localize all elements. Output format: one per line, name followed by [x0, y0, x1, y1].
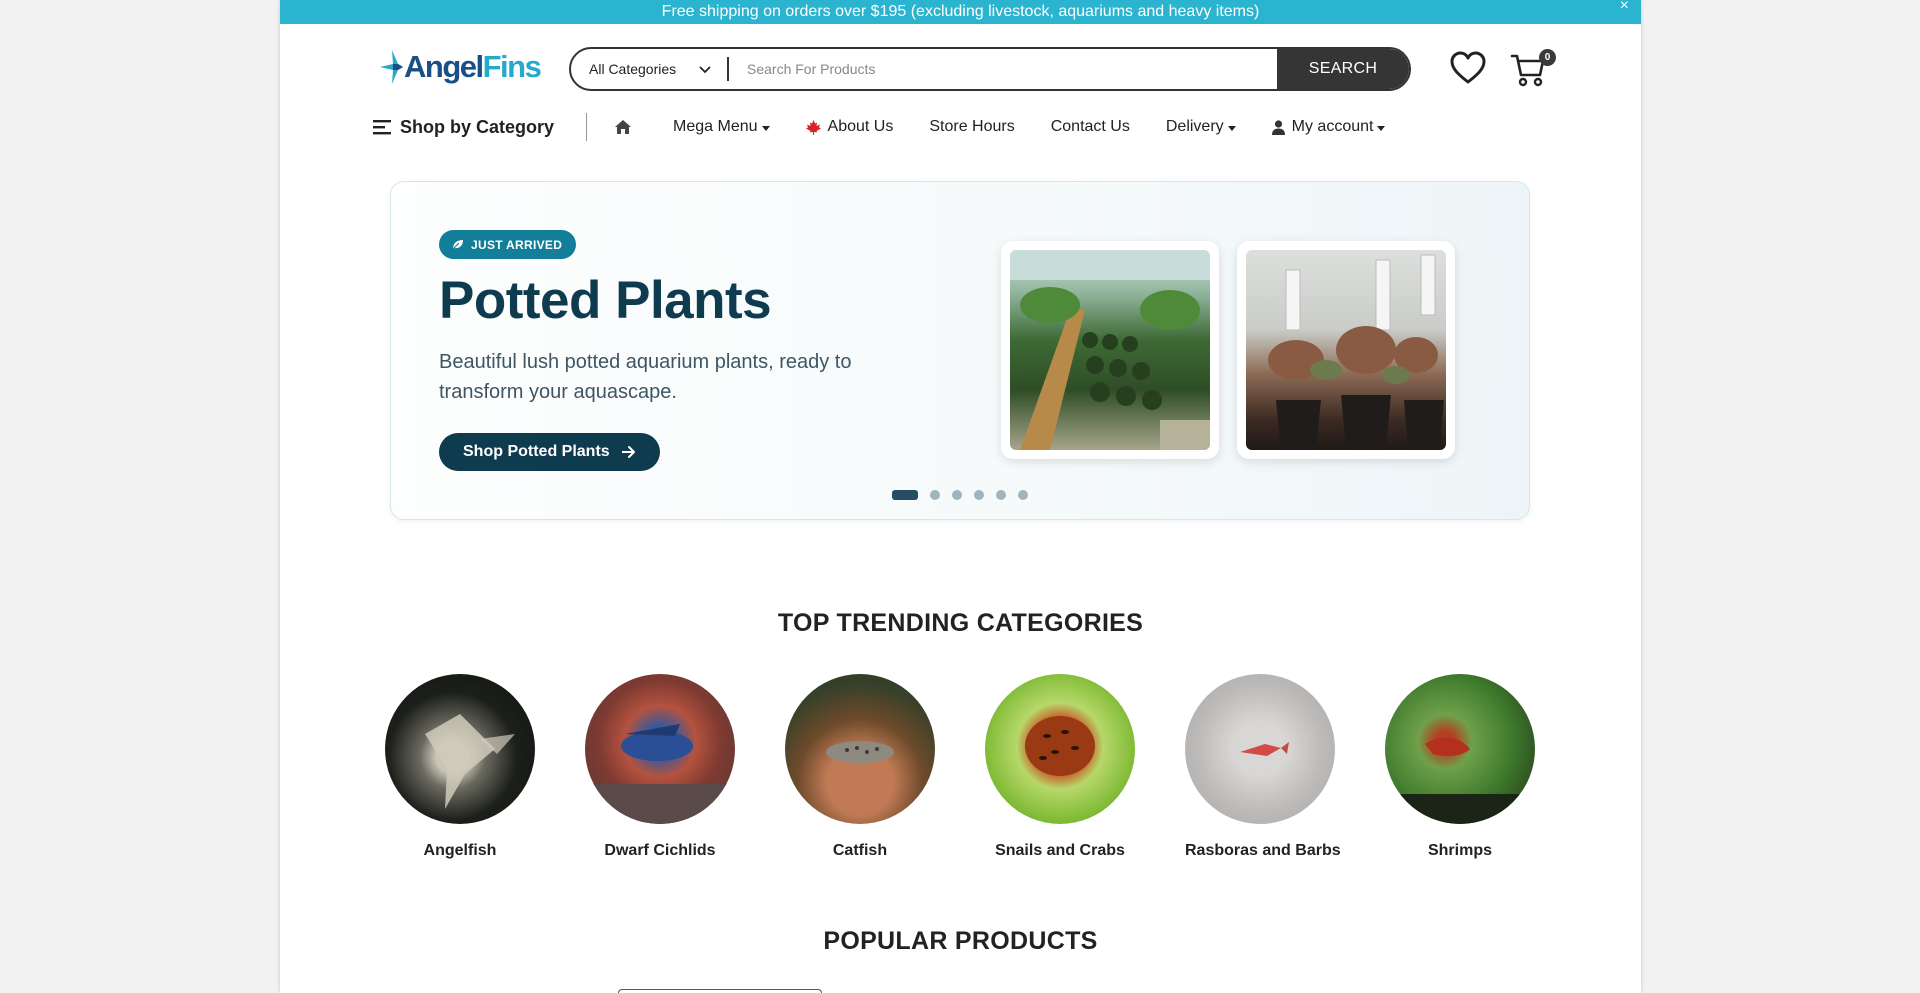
hero-image-2[interactable] — [1237, 241, 1455, 459]
nav-store-hours-label: Store Hours — [929, 118, 1015, 135]
hero-subtitle: Beautiful lush potted aquarium plants, r… — [439, 351, 852, 403]
category-rasboras-and-barbs[interactable]: Rasboras and Barbs — [1185, 674, 1341, 860]
search-bar: All Categories SEARCH — [569, 47, 1411, 91]
popular-products-title: POPULAR PRODUCTS — [823, 927, 1098, 955]
nav-about-us-label: About Us — [827, 118, 894, 135]
angelfish-image — [385, 674, 535, 824]
shop-by-category-label: Shop by Category — [400, 116, 555, 137]
promo-bar: Free shipping on orders over $195 (exclu… — [280, 0, 1641, 24]
logo-text: AngelFins — [404, 49, 542, 85]
category-select[interactable]: All Categories — [571, 49, 727, 89]
hero-badge: JUST ARRIVED — [439, 230, 577, 259]
carousel-dot-5[interactable] — [996, 490, 1006, 500]
angelfish-logo-icon — [380, 50, 403, 84]
potted-plants-photo — [1246, 250, 1446, 450]
carousel-dot-3[interactable] — [952, 490, 962, 500]
carousel-dot-2[interactable] — [930, 490, 940, 500]
hero-title: Potted Plants — [439, 271, 772, 330]
cart-count-badge: 0 — [1539, 49, 1556, 66]
category-dwarf-cichlids[interactable]: Dwarf Cichlids — [585, 674, 735, 860]
nav-contact-us[interactable]: Contact Us — [1051, 118, 1130, 136]
category-label: Shrimps — [1427, 842, 1492, 859]
category-snails-and-crabs[interactable]: Snails and Crabs — [985, 674, 1135, 860]
product-card-peek[interactable] — [618, 989, 822, 993]
dwarf-cichlid-image — [585, 674, 735, 824]
category-label: Rasboras and Barbs — [1185, 842, 1341, 859]
carousel-dot-6[interactable] — [1018, 490, 1028, 500]
user-icon — [1271, 119, 1285, 135]
chevron-down-icon — [699, 66, 711, 74]
main-nav: Shop by Category Mega Menu About Us Stor… — [373, 113, 1386, 141]
search-button[interactable]: SEARCH — [1277, 49, 1409, 89]
nav-contact-us-label: Contact Us — [1050, 118, 1130, 135]
hero-badge-text: JUST ARRIVED — [471, 237, 563, 252]
category-label: Angelfish — [423, 842, 497, 859]
potted-plants-illustration — [1268, 254, 1444, 450]
nav-mega-menu[interactable]: Mega Menu — [673, 118, 770, 136]
shrimp-image — [1385, 674, 1535, 824]
category-shrimps[interactable]: Shrimps — [1385, 674, 1535, 860]
nav-delivery[interactable]: Delivery — [1166, 118, 1236, 136]
shop-potted-plants-button[interactable]: Shop Potted Plants — [439, 433, 660, 471]
snail-image — [985, 674, 1135, 824]
hero-image-1[interactable] — [1001, 241, 1219, 459]
category-select-label: All Categories — [589, 61, 677, 77]
hero-cta-label: Shop Potted Plants — [463, 443, 610, 460]
arrow-right-icon — [621, 446, 635, 458]
promo-text: Free shipping on orders over $195 (exclu… — [661, 3, 1260, 20]
category-label: Catfish — [832, 842, 888, 859]
caret-down-icon — [1377, 125, 1386, 131]
carousel-dot-4[interactable] — [974, 490, 984, 500]
nav-divider — [586, 113, 588, 141]
maple-leaf-icon — [805, 119, 821, 135]
menu-icon — [373, 120, 391, 135]
page: Free shipping on orders over $195 (exclu… — [280, 0, 1641, 993]
hero-carousel: JUST ARRIVED Potted Plants Beautiful lus… — [390, 181, 1530, 520]
logo[interactable]: AngelFins — [378, 48, 542, 86]
caret-down-icon — [761, 125, 770, 131]
category-label: Snails and Crabs — [995, 842, 1125, 859]
heart-icon[interactable] — [1449, 50, 1487, 86]
logo-text-angel: Angel — [404, 49, 484, 84]
search-input[interactable] — [729, 49, 1277, 89]
category-catfish[interactable]: Catfish — [785, 674, 935, 860]
nav-my-account-label: My account — [1291, 118, 1374, 135]
trending-categories: Angelfish Dwarf Cichlids Catfish Snails … — [385, 674, 1535, 874]
carousel-dots — [892, 490, 1040, 500]
leaf-icon — [452, 240, 463, 250]
nav-store-hours[interactable]: Store Hours — [929, 118, 1014, 136]
nav-my-account[interactable]: My account — [1271, 118, 1386, 136]
plant-nursery-photo — [1010, 250, 1210, 450]
caret-down-icon — [1227, 125, 1236, 131]
trending-title: TOP TRENDING CATEGORIES — [777, 609, 1144, 637]
nav-delivery-label: Delivery — [1165, 118, 1224, 135]
category-angelfish[interactable]: Angelfish — [385, 674, 535, 860]
home-icon — [615, 120, 632, 134]
category-label: Dwarf Cichlids — [604, 842, 716, 859]
catfish-image — [785, 674, 935, 824]
rasbora-image — [1185, 674, 1335, 824]
logo-text-fins: Fins — [482, 49, 542, 84]
carousel-dot-1[interactable] — [892, 490, 918, 500]
nav-home[interactable] — [615, 120, 632, 134]
nav-about-us[interactable]: About Us — [805, 118, 894, 136]
shop-by-category-button[interactable]: Shop by Category — [373, 117, 554, 138]
plant-rows-illustration — [1010, 250, 1210, 450]
close-icon[interactable]: × — [1620, 0, 1629, 17]
nav-mega-menu-label: Mega Menu — [673, 118, 758, 135]
